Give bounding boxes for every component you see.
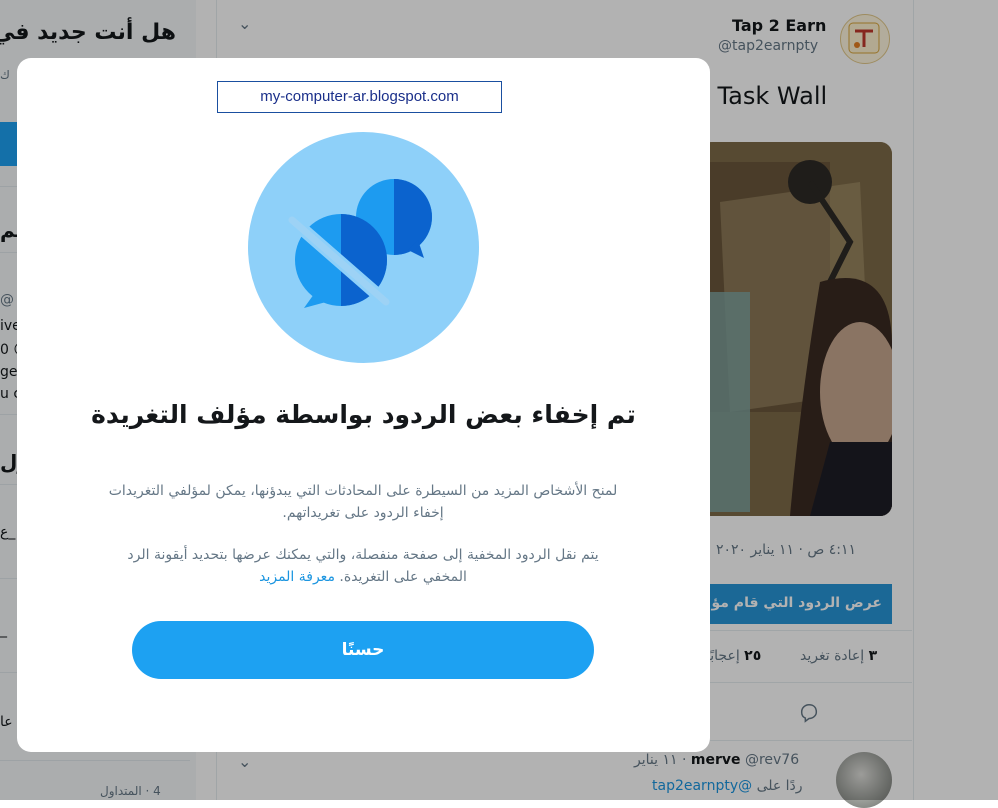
watermark-label: my-computer-ar.blogspot.com bbox=[217, 81, 502, 113]
dialog-title: تم إخفاء بعض الردود بواسطة مؤلف التغريدة bbox=[91, 400, 636, 429]
learn-more-link[interactable]: معرفة المزيد bbox=[259, 569, 335, 585]
ok-button[interactable]: حسنًا bbox=[132, 621, 594, 679]
dialog-description: لمنح الأشخاص المزيد من السيطرة على المحا… bbox=[108, 483, 618, 521]
dialog-description-2-text: يتم نقل الردود المخفية إلى صفحة منفصلة، … bbox=[127, 547, 599, 585]
dialog-description-2: يتم نقل الردود المخفية إلى صفحة منفصلة، … bbox=[107, 544, 619, 588]
hidden-replies-icon bbox=[285, 179, 432, 309]
hidden-replies-dialog: my-computer-ar.blogspot.com تم إخفاء بعض… bbox=[17, 58, 710, 752]
hero-illustration bbox=[248, 132, 479, 363]
